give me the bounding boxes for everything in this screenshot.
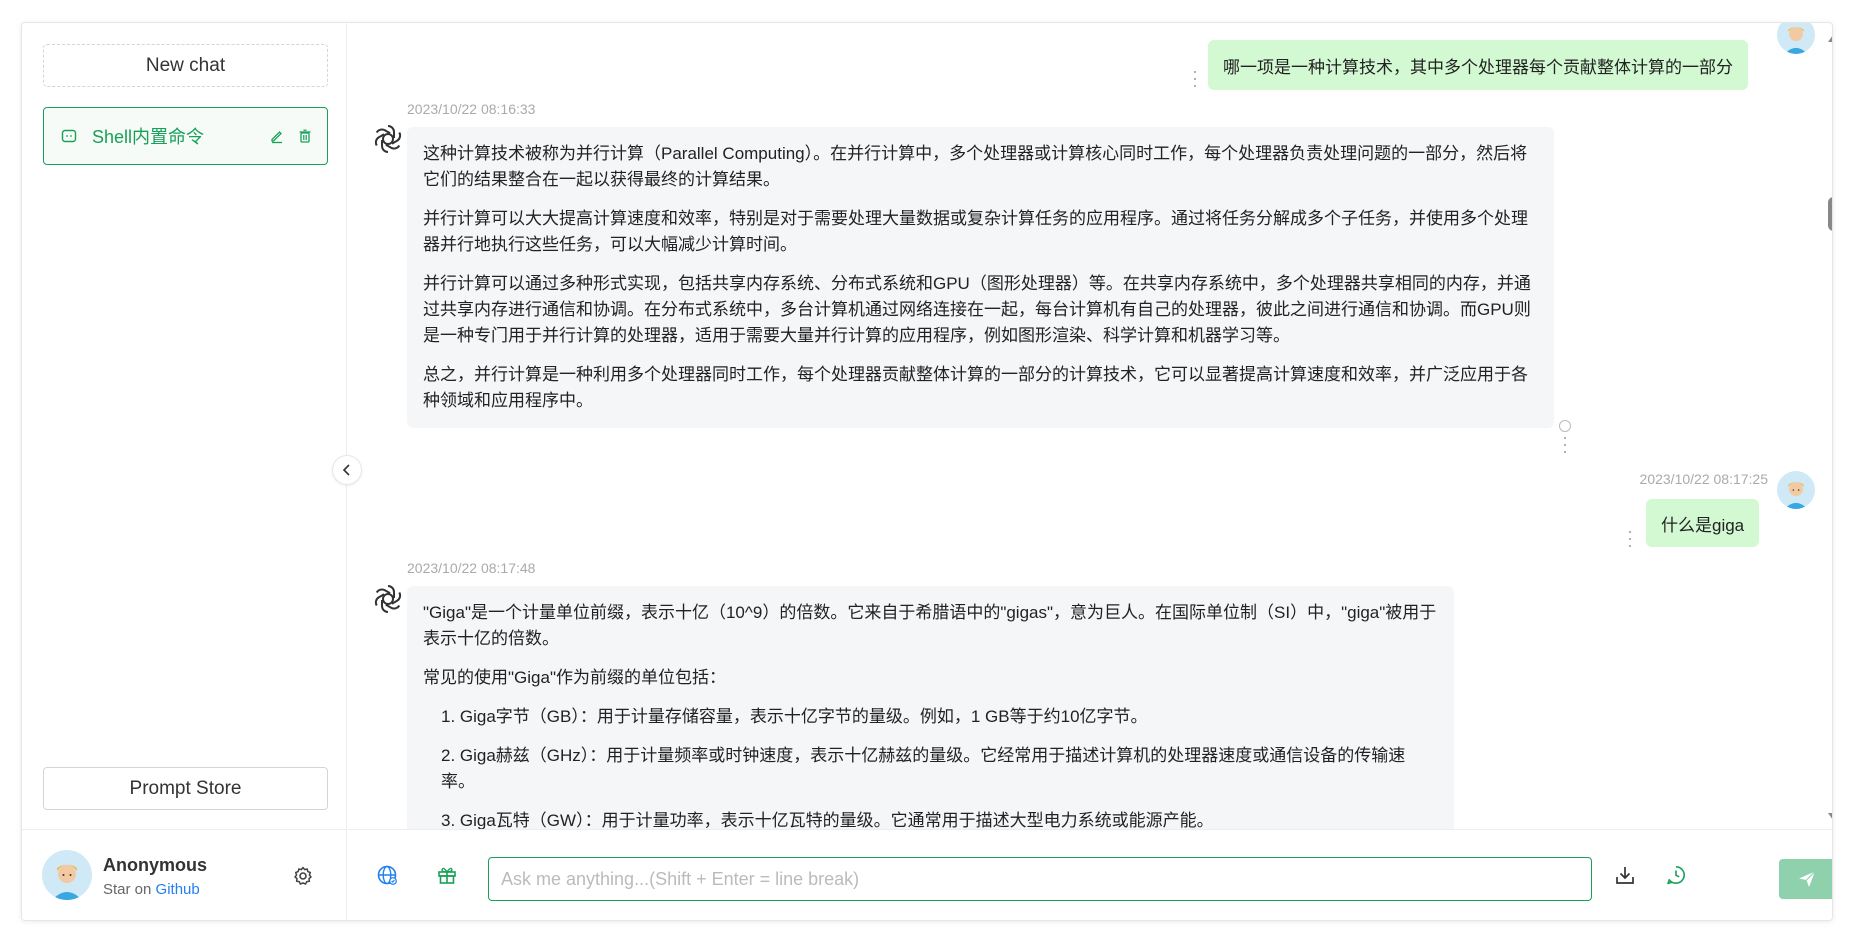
- gear-icon[interactable]: [290, 863, 316, 889]
- user-subtitle-prefix: Star on: [103, 881, 156, 898]
- user-message: 什么是giga: [1646, 499, 1760, 547]
- send-icon: [1799, 871, 1816, 887]
- assistant-message: 这种计算技术被称为并行计算（Parallel Computing）。在并行计算中…: [407, 127, 1554, 428]
- gift-icon[interactable]: [432, 860, 462, 890]
- list-item: 3. Giga瓦特（GW）：用于计量功率，表示十亿瓦特的量级。它通常用于描述大型…: [441, 811, 1214, 829]
- message-timestamp: 2023/10/22 08:17:48: [407, 560, 536, 576]
- more-icon[interactable]: [1562, 437, 1568, 453]
- avatar: [1777, 471, 1815, 509]
- prompt-store-button[interactable]: Prompt Store: [43, 767, 328, 810]
- edit-icon[interactable]: [267, 126, 287, 146]
- sidebar-item-chat[interactable]: Shell内置命令: [43, 107, 328, 165]
- regenerate-icon[interactable]: [1559, 420, 1571, 432]
- user-subtitle: Star on Github: [103, 881, 200, 898]
- scrollbar-thumb[interactable]: [1828, 197, 1832, 231]
- message-paragraph: 这种计算技术被称为并行计算（Parallel Computing）。在并行计算中…: [423, 144, 1528, 189]
- download-icon[interactable]: [1610, 860, 1640, 890]
- user-name: Anonymous: [103, 855, 208, 875]
- new-chat-button[interactable]: New chat: [43, 44, 328, 87]
- assistant-logo-icon: [370, 581, 406, 617]
- globe-icon[interactable]: [372, 860, 402, 890]
- scroll-down-arrow[interactable]: [1828, 813, 1832, 820]
- chat-input[interactable]: [488, 857, 1592, 901]
- avatar: [42, 850, 92, 900]
- message-paragraph: 常见的使用"Giga"作为前缀的单位包括：: [423, 668, 726, 687]
- message-icon: [60, 127, 78, 145]
- message-paragraph: "Giga"是一个计量单位前缀，表示十亿（10^9）的倍数。它来自于希腊语中的"…: [423, 603, 1437, 648]
- chat-title: Shell内置命令: [92, 127, 205, 147]
- user-message: 哪一项是一种计算技术，其中多个处理器每个贡献整体计算的一部分: [1208, 40, 1748, 90]
- assistant-message: "Giga"是一个计量单位前缀，表示十亿（10^9）的倍数。它来自于希腊语中的"…: [407, 586, 1454, 829]
- sidebar: New chat Shell内置命令 Prompt Store Anonymou…: [22, 23, 347, 920]
- collapse-sidebar-button[interactable]: [332, 455, 362, 485]
- avatar: [1777, 23, 1815, 54]
- chat-history-icon[interactable]: [1661, 860, 1691, 890]
- message-timestamp: 2023/10/22 08:17:25: [1639, 471, 1768, 487]
- message-paragraph: 并行计算可以通过多种形式实现，包括共享内存系统、分布式系统和GPU（图形处理器）…: [423, 274, 1531, 345]
- message-paragraph: 总之，并行计算是一种利用多个处理器同时工作，每个处理器贡献整体计算的一部分的计算…: [423, 365, 1528, 410]
- input-bar: [348, 829, 1832, 920]
- message-paragraph: 并行计算可以大大提高计算速度和效率，特别是对于需要处理大量数据或复杂计算任务的应…: [423, 209, 1528, 254]
- list-item: 2. Giga赫兹（GHz）：用于计量频率或时钟速度，表示十亿赫兹的量级。它经常…: [441, 746, 1406, 791]
- more-icon[interactable]: [1627, 531, 1633, 547]
- chevron-left-icon: [342, 464, 350, 476]
- more-icon[interactable]: [1192, 71, 1198, 87]
- github-link[interactable]: Github: [156, 881, 200, 898]
- send-button[interactable]: [1779, 859, 1832, 899]
- assistant-logo-icon: [370, 121, 406, 157]
- app-window: New chat Shell内置命令 Prompt Store Anonymou…: [21, 22, 1833, 921]
- list-item: 1. Giga字节（GB）：用于计量存储容量，表示十亿字节的量级。例如，1 GB…: [441, 707, 1148, 726]
- message-timestamp: 2023/10/22 08:16:33: [407, 101, 536, 117]
- message-list-block: 1. Giga字节（GB）：用于计量存储容量，表示十亿字节的量级。例如，1 GB…: [423, 704, 1438, 829]
- scroll-up-arrow[interactable]: [1828, 35, 1832, 42]
- user-panel: Anonymous Star on Github: [22, 829, 347, 920]
- delete-icon[interactable]: [295, 126, 315, 146]
- chat-main: 哪一项是一种计算技术，其中多个处理器每个贡献整体计算的一部分 2023/10/2…: [348, 23, 1832, 920]
- message-list[interactable]: 哪一项是一种计算技术，其中多个处理器每个贡献整体计算的一部分 2023/10/2…: [348, 23, 1832, 829]
